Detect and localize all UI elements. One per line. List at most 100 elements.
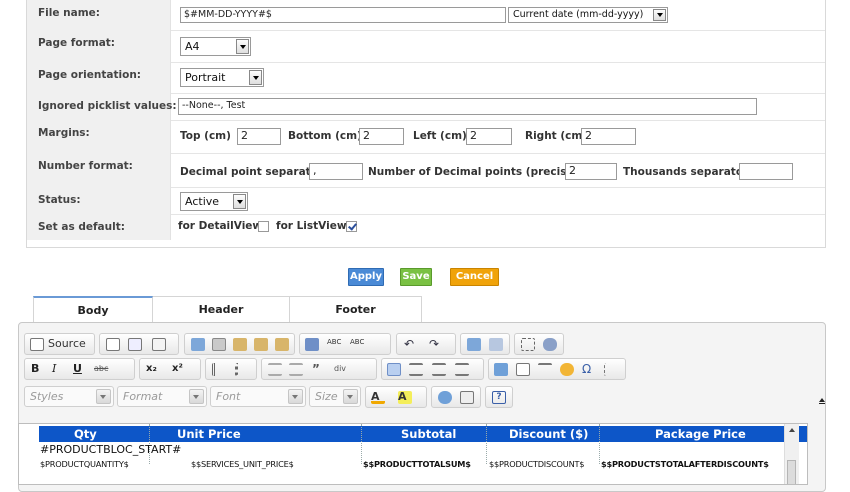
align-left-icon[interactable] (387, 363, 401, 376)
blockquote-icon[interactable]: ” (312, 363, 326, 376)
margin-right-label: Right (cm) (525, 130, 588, 142)
cell-subtotal: $$PRODUCTTOTALSUM$ (363, 459, 471, 469)
paste-word-icon[interactable] (275, 338, 289, 351)
superscript-icon[interactable]: x² (172, 363, 186, 376)
label-page-format: Page format: (38, 37, 115, 49)
listview-checkbox[interactable] (346, 221, 357, 232)
align-right-icon[interactable] (432, 363, 446, 376)
about-group: ? (485, 386, 513, 408)
chevron-down-icon (236, 39, 249, 54)
image-icon[interactable] (494, 363, 508, 376)
precision-input[interactable]: 2 (565, 163, 617, 180)
align-group (381, 358, 484, 380)
chevron-down-icon (653, 9, 666, 21)
margin-top-input[interactable]: 2 (237, 128, 281, 145)
preview-icon[interactable] (128, 338, 142, 351)
special-character-icon[interactable]: Ω (582, 363, 596, 376)
numbered-list-icon[interactable] (212, 363, 226, 376)
smiley-icon[interactable] (560, 363, 574, 376)
paste-icon[interactable] (233, 338, 247, 351)
save-button[interactable]: Save (400, 268, 432, 286)
font-combo[interactable]: Font (210, 386, 306, 407)
format-combo[interactable]: Format (117, 386, 207, 407)
justify-icon[interactable] (455, 363, 469, 376)
text-style-group: B I U abc (24, 358, 135, 380)
page-orientation-select[interactable]: Portrait (180, 68, 264, 87)
cut-icon[interactable] (191, 338, 205, 351)
remove-format-icon[interactable] (543, 338, 557, 351)
chevron-down-icon (343, 389, 358, 404)
collapse-toolbar-icon[interactable] (817, 394, 827, 404)
show-blocks-icon[interactable] (460, 391, 474, 404)
spellcheck-icon[interactable]: ABC (327, 338, 341, 351)
scroll-thumb[interactable] (787, 460, 796, 484)
find-replace-group (460, 333, 510, 355)
margin-top-label: Top (cm) (180, 130, 231, 142)
select-all-group (514, 333, 564, 355)
tab-header[interactable]: Header (153, 296, 290, 322)
chevron-down-icon (233, 194, 246, 209)
cancel-button[interactable]: Cancel (450, 268, 499, 286)
bold-icon[interactable]: B (31, 363, 45, 376)
size-combo[interactable]: Size (309, 386, 361, 407)
color-group: A A (365, 386, 427, 408)
header-discount: Discount ($) (509, 427, 589, 441)
file-name-input[interactable]: $#MM-DD-YYYY#$ (180, 7, 506, 23)
horizontal-line-icon[interactable] (538, 363, 552, 376)
decimal-separator-input[interactable]: , (309, 163, 363, 180)
tab-footer[interactable]: Footer (290, 296, 422, 322)
maximize-icon[interactable] (438, 391, 452, 404)
italic-icon[interactable]: I (52, 363, 66, 376)
margin-bottom-label: Bottom (cm) (288, 130, 362, 142)
underline-icon[interactable]: U (73, 363, 87, 376)
content-scrollbar[interactable] (784, 424, 799, 484)
cell-unit-price: $$SERVICES_UNIT_PRICE$ (191, 459, 294, 469)
detailview-checkbox[interactable] (258, 221, 269, 232)
strikethrough-icon[interactable]: abc (94, 363, 108, 376)
styles-combo[interactable]: Styles (24, 386, 114, 407)
label-ignored-picklist: Ignored picklist values: (38, 100, 177, 112)
row-ignored-picklist: Ignored picklist values: --None--, Test (27, 93, 825, 121)
list-group (205, 358, 257, 380)
select-all-icon[interactable] (521, 338, 535, 351)
editor-content-area[interactable]: Qty Unit Price Subtotal Discount ($) Pac… (18, 423, 808, 485)
copy-icon[interactable] (212, 338, 226, 351)
page-break-icon[interactable] (604, 363, 618, 376)
background-color-icon[interactable]: A (398, 391, 412, 404)
subscript-icon[interactable]: x₂ (146, 363, 160, 376)
print-icon[interactable] (305, 338, 319, 351)
div-container-icon[interactable]: div (334, 363, 348, 376)
indent-icon[interactable] (289, 363, 303, 376)
apply-button[interactable]: Apply (348, 268, 384, 286)
margin-right-input[interactable]: 2 (581, 128, 636, 145)
undo-icon[interactable]: ↶ (404, 338, 418, 351)
scroll-up-icon[interactable] (789, 428, 795, 432)
text-color-icon[interactable]: A (371, 391, 385, 404)
margin-left-input[interactable]: 2 (466, 128, 512, 145)
row-page-orientation: Page orientation: Portrait (27, 62, 825, 94)
margin-bottom-input[interactable]: 2 (359, 128, 404, 145)
redo-icon[interactable]: ↷ (429, 338, 443, 351)
chevron-down-icon (288, 389, 303, 404)
spellcheck-as-you-type-icon[interactable]: ABC (350, 338, 364, 351)
find-icon[interactable] (467, 338, 481, 351)
replace-icon[interactable] (489, 338, 503, 351)
help-icon[interactable]: ? (492, 391, 506, 404)
table-icon[interactable] (516, 363, 530, 376)
bulleted-list-icon[interactable] (235, 363, 249, 376)
paste-text-icon[interactable] (254, 338, 268, 351)
template-icon[interactable] (152, 338, 166, 351)
header-qty: Qty (74, 427, 97, 441)
thousands-separator-input[interactable] (739, 163, 793, 180)
page-format-select[interactable]: A4 (180, 37, 251, 56)
status-select[interactable]: Active (180, 192, 248, 211)
outdent-icon[interactable] (268, 363, 282, 376)
date-format-select[interactable]: Current date (mm-dd-yyyy) (508, 7, 668, 23)
tab-body[interactable]: Body (33, 296, 153, 322)
source-button[interactable]: Source (24, 333, 95, 355)
ignored-picklist-input[interactable]: --None--, Test (178, 98, 757, 115)
table-header-row: Qty Unit Price Subtotal Discount ($) Pac… (39, 426, 807, 442)
new-page-icon[interactable] (106, 338, 120, 351)
margin-left-label: Left (cm) (413, 130, 467, 142)
align-center-icon[interactable] (409, 363, 423, 376)
